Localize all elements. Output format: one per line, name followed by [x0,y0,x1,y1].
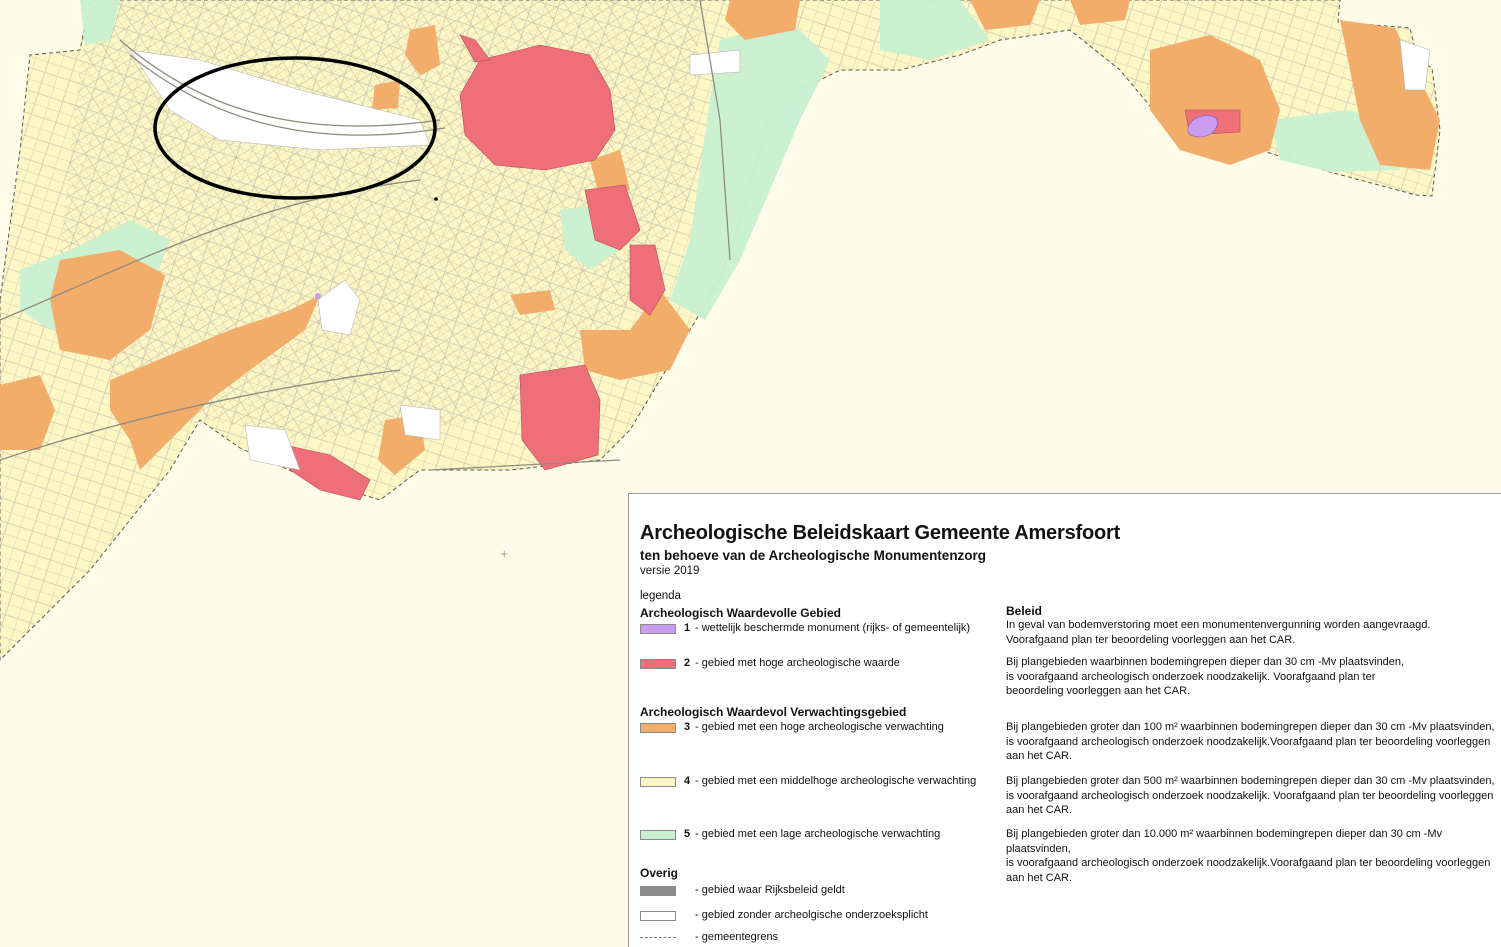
legend-number-1: 1 [684,622,691,634]
legend-number-5: 5 [684,828,691,840]
legend-number-4: 4 [684,775,691,787]
legend-number-2: 2 [684,657,691,669]
policy-text-2: Bij plangebieden waarbinnen bodemingrepe… [1006,656,1405,697]
legend-panel: Archeologische Beleidskaart Gemeente Ame… [628,493,1501,947]
legend-label-municipal-boundary: - gemeentegrens [695,931,779,943]
map-title: Archeologische Beleidskaart Gemeente Ame… [640,522,1121,544]
legend-label-rijksbeleid: - gebied waar Rijksbeleid geldt [695,884,845,896]
swatch-no-obligation [640,911,676,921]
swatch-category-1 [640,624,676,634]
section-waardevolle-gebied: Archeologisch Waardevolle Gebied [640,606,841,620]
swatch-rijksbeleid [640,886,676,896]
section-overig: Overig [640,866,679,880]
legend-label-2: - gebied met hoge archeologische waarde [695,657,900,669]
swatch-municipal-boundary [640,937,676,938]
legend-label-1: - wettelijk beschermde monument (rijks- … [695,622,971,634]
section-verwachtingsgebied: Archeologisch Waardevol Verwachtingsgebi… [640,705,907,719]
legend-label-3: - gebied met een hoge archeologische ver… [695,721,944,733]
policy-text-4: Bij plangebieden groter dan 500 m² waarb… [1006,775,1495,816]
legend-label: legenda [640,590,681,602]
crosshair-marker: + [500,549,508,560]
legend-label-5: - gebied met een lage archeologische ver… [695,828,941,840]
swatch-category-4 [640,777,676,787]
legend-number-3: 3 [684,721,691,733]
policy-text-5: Bij plangebieden groter dan 10.000 m² wa… [1006,828,1491,884]
small-monument-dot [315,293,321,299]
beleid-header: Beleid [1006,604,1043,618]
policy-text-3: Bij plangebieden groter dan 100 m² waarb… [1006,721,1495,762]
swatch-category-2 [640,659,676,669]
policy-text-1: In geval van bodemverstoring moet een mo… [1006,619,1431,646]
map-point [434,197,438,201]
swatch-category-3 [640,723,676,733]
legend-label-4: - gebied met een middelhoge archeologisc… [695,775,977,787]
map-subtitle: ten behoeve van de Archeologische Monume… [640,548,987,563]
swatch-category-5 [640,830,676,840]
legend-label-no-obligation: - gebied zonder archeolgische onderzoeks… [695,909,928,921]
map-version: versie 2019 [640,565,700,577]
